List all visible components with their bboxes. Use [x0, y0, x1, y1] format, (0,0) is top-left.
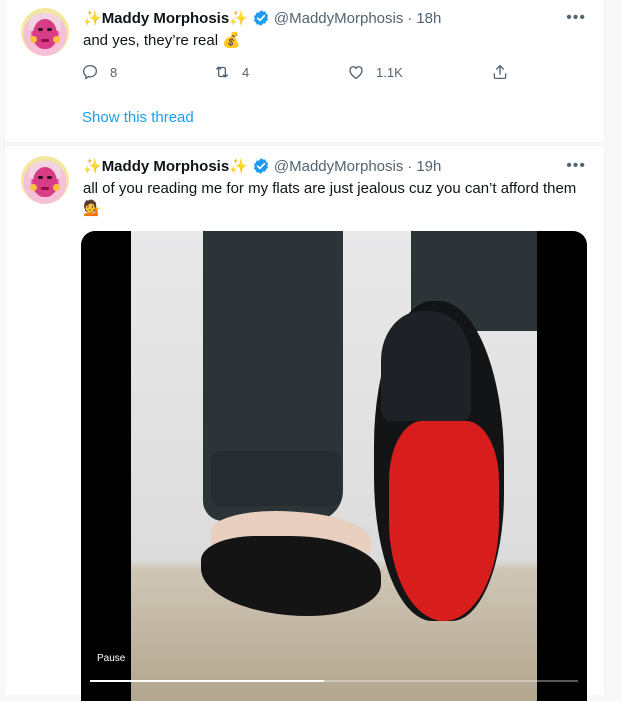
separator-dot: ·: [407, 157, 413, 175]
tweet-text: and yes, they’re real 💰: [83, 32, 241, 49]
video-player[interactable]: Pause: [81, 231, 587, 701]
sparkle-emoji: ✨: [229, 157, 248, 175]
video-progress-fill: [90, 680, 325, 682]
pause-button[interactable]: Pause: [97, 653, 125, 664]
like-button[interactable]: 1.1K: [347, 62, 403, 82]
retweet-icon: [215, 66, 229, 78]
display-name[interactable]: Maddy Morphosis: [102, 158, 230, 175]
like-icon: [349, 66, 363, 80]
timestamp[interactable]: 19h: [416, 158, 441, 175]
retweet-count: 4: [242, 64, 250, 80]
tweet-header: ✨ Maddy Morphosis ✨ @MaddyMorphosis · 18…: [83, 8, 441, 28]
tweet-emoji: 💁: [83, 200, 102, 217]
more-icon[interactable]: •••: [566, 10, 586, 26]
tweet[interactable]: ✨ Maddy Morphosis ✨ @MaddyMorphosis · 19…: [4, 145, 605, 701]
handle[interactable]: @MaddyMorphosis: [274, 158, 403, 175]
handle[interactable]: @MaddyMorphosis: [274, 10, 403, 27]
like-count: 1.1K: [376, 64, 403, 80]
show-thread-link[interactable]: Show this thread: [82, 109, 194, 126]
video-frame[interactable]: [131, 231, 537, 701]
avatar[interactable]: [21, 156, 69, 204]
reply-button[interactable]: 8: [81, 62, 117, 82]
sparkle-emoji: ✨: [229, 9, 248, 27]
tweet-text: all of you reading me for my flats are j…: [83, 179, 593, 219]
more-icon[interactable]: •••: [566, 158, 586, 174]
retweet-button[interactable]: 4: [213, 62, 249, 82]
reply-icon: [82, 64, 98, 80]
tweet-header: ✨ Maddy Morphosis ✨ @MaddyMorphosis · 19…: [83, 156, 441, 176]
verified-badge-icon: [253, 158, 268, 174]
verified-badge-icon: [253, 10, 268, 26]
tweet-actions: 8 4 1.1K: [81, 62, 511, 86]
sparkle-emoji: ✨: [83, 9, 102, 27]
timestamp[interactable]: 18h: [416, 10, 441, 27]
reply-count: 8: [110, 64, 118, 80]
display-name[interactable]: Maddy Morphosis: [102, 10, 230, 27]
avatar[interactable]: [21, 8, 69, 56]
video-progress-bar[interactable]: [90, 680, 578, 682]
share-icon: [493, 64, 507, 80]
tweet-text-line: all of you reading me for my flats are j…: [83, 180, 577, 197]
separator-dot: ·: [407, 9, 413, 27]
share-button[interactable]: [491, 62, 520, 82]
sparkle-emoji: ✨: [83, 157, 102, 175]
tweet[interactable]: ✨ Maddy Morphosis ✨ @MaddyMorphosis · 18…: [4, 0, 605, 143]
